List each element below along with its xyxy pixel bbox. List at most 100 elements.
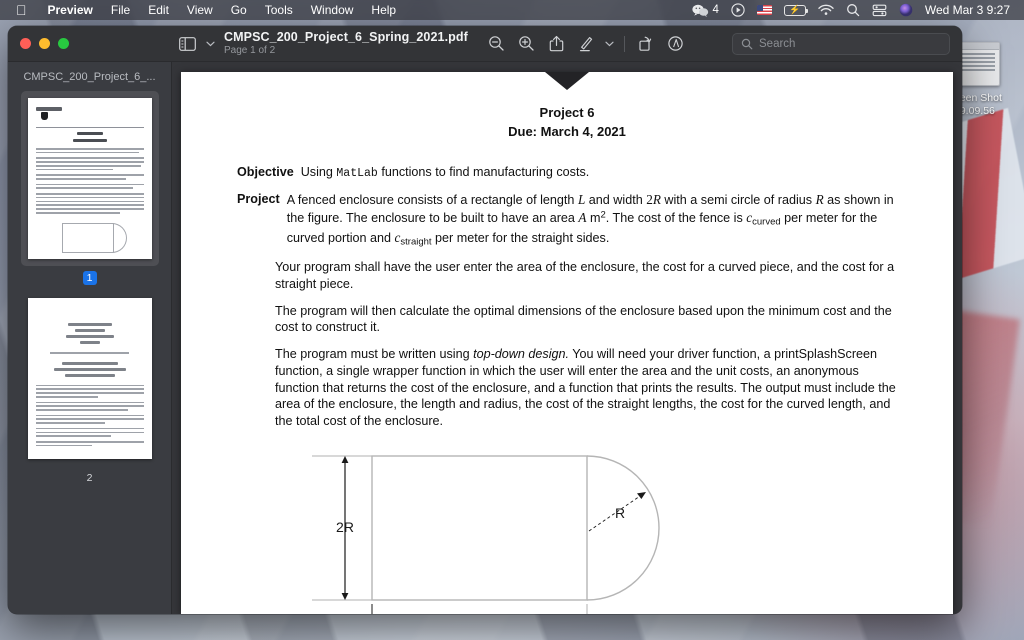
document-title: CMPSC_200_Project_6_Spring_2021.pdf bbox=[224, 30, 468, 44]
control-center-icon bbox=[872, 4, 887, 16]
toolbar: CMPSC_200_Project_6_Spring_2021.pdf Page… bbox=[172, 30, 724, 57]
battery-charging-icon: ⚡ bbox=[783, 4, 809, 16]
close-button[interactable] bbox=[20, 38, 31, 49]
zoom-out-icon bbox=[489, 36, 505, 51]
text-segment: per meter for the straight sides. bbox=[431, 230, 610, 245]
menu-item-go[interactable]: Go bbox=[222, 0, 256, 20]
input-source-status-item[interactable] bbox=[751, 5, 778, 15]
wechat-icon bbox=[692, 4, 709, 17]
zoom-in-icon bbox=[519, 36, 535, 51]
menu-bar-clock[interactable]: Wed Mar 3 9:27 bbox=[919, 3, 1016, 17]
share-button[interactable] bbox=[542, 31, 572, 57]
zoom-out-button[interactable] bbox=[482, 31, 512, 57]
page-thumbnail-image bbox=[27, 298, 152, 459]
text-segment: Using bbox=[300, 164, 337, 179]
sidebar-toggle-button[interactable] bbox=[172, 31, 202, 57]
apple-logo-icon[interactable]:  bbox=[16, 3, 27, 17]
text-segment: functions to find manufacturing costs. bbox=[377, 164, 590, 179]
thumbnail-card[interactable] bbox=[20, 91, 159, 266]
paragraph-text: The program will then calculate the opti… bbox=[275, 303, 897, 336]
text-segment: A fenced enclosure consists of a rectang… bbox=[286, 192, 578, 207]
enclosure-figure: 2R R bbox=[302, 448, 832, 614]
menu-item-tools[interactable]: Tools bbox=[256, 0, 302, 20]
chevron-down-icon bbox=[605, 41, 614, 46]
search-icon bbox=[846, 4, 860, 17]
zoom-in-button[interactable] bbox=[512, 31, 542, 57]
paragraph-label: Objective bbox=[237, 164, 294, 179]
wechat-status-item[interactable]: 4 bbox=[686, 0, 724, 20]
enclosure-diagram: 2R R bbox=[312, 455, 660, 614]
text-segment: curved bbox=[752, 216, 781, 228]
thumbnail-item-page-2[interactable]: 2 bbox=[8, 291, 171, 485]
chevron-down-icon bbox=[205, 41, 215, 46]
search-icon bbox=[741, 38, 753, 49]
document-paragraph: Your program shall have the user enter t… bbox=[237, 259, 897, 292]
text-segment: 2 bbox=[646, 191, 653, 207]
pdf-viewer[interactable]: Project 6 Due: March 4, 2021 Objective Us… bbox=[172, 62, 962, 614]
markup-options-chevron[interactable] bbox=[602, 31, 618, 57]
text-segment: top-down design. bbox=[473, 347, 570, 362]
menu-item-view[interactable]: View bbox=[178, 0, 222, 20]
markup-button[interactable] bbox=[572, 31, 602, 57]
spotlight-search-status-item[interactable] bbox=[840, 3, 866, 17]
menu-item-help[interactable]: Help bbox=[362, 0, 405, 20]
psu-shield-logo-icon bbox=[545, 72, 589, 90]
maximize-button[interactable] bbox=[58, 38, 69, 49]
document-content: Project 6 Due: March 4, 2021 Objective Us… bbox=[181, 72, 953, 614]
menu-item-preview[interactable]: Preview bbox=[39, 0, 102, 20]
rotate-button[interactable] bbox=[631, 31, 661, 57]
paragraph-text: The program must be written using top-do… bbox=[275, 346, 897, 430]
thumbnail-item-page-1[interactable]: 1 bbox=[8, 91, 171, 285]
text-segment: straight bbox=[400, 236, 432, 248]
play-circle-status-item[interactable] bbox=[725, 3, 751, 17]
document-page-indicator: Page 1 of 2 bbox=[224, 45, 276, 56]
page-thumbnail-image bbox=[27, 98, 152, 259]
siri-status-item[interactable] bbox=[893, 3, 919, 17]
sidebar-options-chevron[interactable] bbox=[202, 31, 218, 57]
text-segment: with a semi circle of radius bbox=[660, 192, 816, 207]
menu-item-window[interactable]: Window bbox=[302, 0, 363, 20]
document-heading: Project 6 Due: March 4, 2021 bbox=[237, 104, 897, 142]
play-circle-icon bbox=[731, 3, 745, 17]
sidebar-document-name: CMPSC_200_Project_6_... bbox=[23, 71, 156, 83]
wechat-badge-count: 4 bbox=[712, 4, 719, 16]
menu-item-file[interactable]: File bbox=[102, 0, 139, 20]
text-segment: m bbox=[586, 210, 601, 225]
document-paragraph: Objective Using MatLab functions to find … bbox=[237, 164, 897, 181]
menu-bar:  Preview File Edit View Go Tools Window… bbox=[0, 0, 1024, 20]
wifi-status-item[interactable] bbox=[812, 4, 840, 16]
text-segment: MatLab bbox=[336, 166, 378, 180]
figure-label-r: R bbox=[615, 505, 625, 521]
window-body: CMPSC_200_Project_6_... 1 2 Project 6 Du… bbox=[8, 62, 962, 614]
toolbar-divider bbox=[623, 35, 625, 52]
paragraph-label: Project bbox=[237, 191, 280, 206]
menu-item-edit[interactable]: Edit bbox=[139, 0, 178, 20]
minimize-button[interactable] bbox=[39, 38, 50, 49]
thumbnail-sidebar: CMPSC_200_Project_6_... 1 2 bbox=[8, 62, 172, 614]
text-segment: R bbox=[652, 191, 661, 207]
share-icon bbox=[550, 35, 564, 52]
wifi-icon bbox=[818, 4, 834, 15]
text-segment: R bbox=[815, 191, 824, 207]
text-segment: The program must be written using bbox=[275, 347, 474, 362]
text-segment: The program will then calculate the opti… bbox=[275, 303, 892, 335]
thumbnail-card[interactable] bbox=[21, 291, 159, 466]
annotate-button[interactable] bbox=[661, 31, 691, 57]
toolbar-right: Search bbox=[724, 32, 962, 55]
sidebar-icon bbox=[178, 36, 196, 51]
document-paragraphs: Objective Using MatLab functions to find … bbox=[237, 164, 897, 430]
pdf-page: Project 6 Due: March 4, 2021 Objective Us… bbox=[181, 72, 953, 614]
document-title-block: CMPSC_200_Project_6_Spring_2021.pdf Page… bbox=[224, 30, 468, 57]
search-field[interactable]: Search bbox=[732, 32, 950, 55]
window-titlebar: CMPSC_200_Project_6_Spring_2021.pdf Page… bbox=[8, 26, 962, 62]
text-segment: . The cost of the fence is bbox=[605, 210, 747, 225]
document-paragraph: The program must be written using top-do… bbox=[237, 346, 897, 430]
control-center-status-item[interactable] bbox=[866, 4, 893, 17]
siri-icon bbox=[899, 3, 913, 17]
page-number-badge: 2 bbox=[86, 472, 93, 484]
text-segment: and width bbox=[585, 192, 647, 207]
battery-status-item[interactable]: ⚡ bbox=[778, 4, 812, 16]
text-segment: Your program shall have the user enter t… bbox=[275, 260, 895, 291]
heading-line-1: Project 6 bbox=[539, 105, 595, 120]
annotate-icon bbox=[668, 36, 684, 51]
